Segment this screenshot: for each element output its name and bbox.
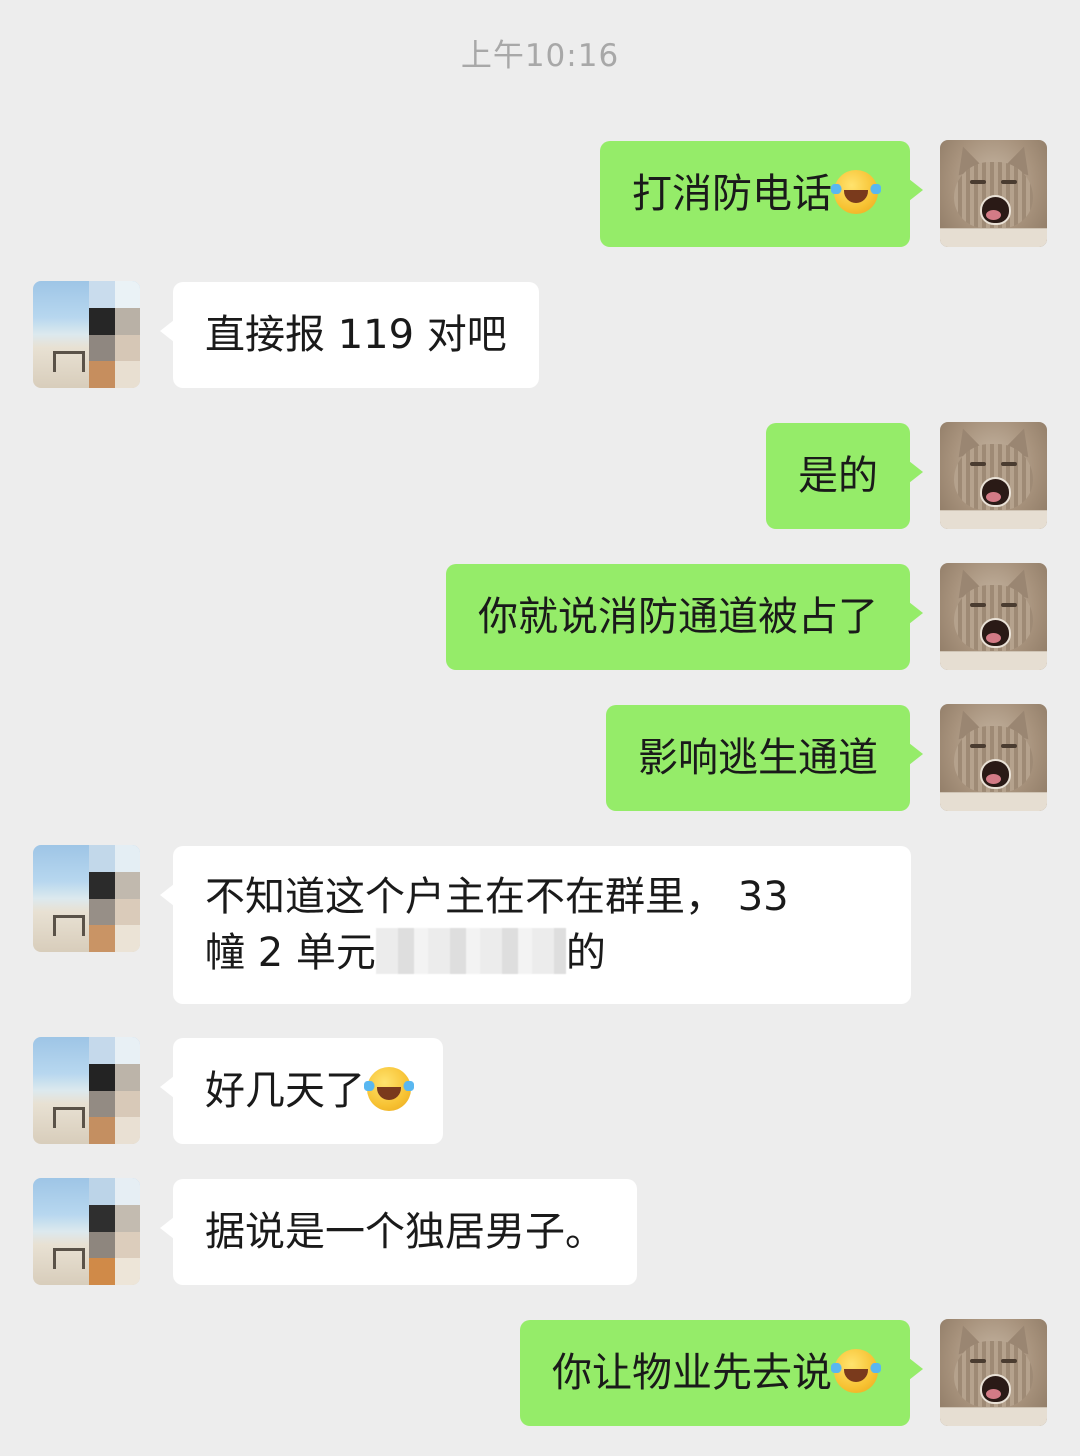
my-message-bubble[interactable]: 打消防电话: [600, 141, 923, 247]
message-text: 好几天了: [205, 1068, 365, 1114]
my-avatar[interactable]: [940, 704, 1047, 811]
contact-avatar[interactable]: [33, 1037, 140, 1144]
contact-message-bubble[interactable]: 据说是一个独居男子。: [160, 1179, 637, 1285]
message-text: 据说是一个独居男子。: [205, 1209, 605, 1255]
laughing-crying-emoji-icon: [831, 1349, 881, 1393]
contact-message-bubble[interactable]: 不知道这个户主在不在群里， 33 幢 2 单元的: [160, 846, 911, 1004]
contact-avatar[interactable]: [33, 845, 140, 952]
message-text: 直接报 119 对吧: [205, 312, 507, 358]
message-text-line: 幢 2 单元的: [205, 928, 606, 976]
facepalm-crying-emoji-icon: [364, 1067, 414, 1111]
laughing-crying-emoji-icon: [831, 170, 881, 214]
message-text: 你就说消防通道被占了: [478, 594, 878, 640]
message-text: 是的: [798, 453, 878, 499]
message-text: 打消防电话: [632, 171, 832, 217]
my-avatar[interactable]: [940, 140, 1047, 247]
message-text: 影响逃生通道: [638, 735, 878, 781]
message-text: 你让物业先去说: [552, 1350, 832, 1396]
contact-message-bubble[interactable]: 好几天了: [160, 1038, 443, 1144]
chat-timestamp: 上午10:16: [460, 38, 620, 74]
my-message-bubble[interactable]: 你让物业先去说: [520, 1320, 923, 1426]
contact-avatar[interactable]: [33, 281, 140, 388]
contact-message-bubble[interactable]: 直接报 119 对吧: [160, 282, 539, 388]
my-avatar[interactable]: [940, 1319, 1047, 1426]
redacted-room-number: [375, 928, 566, 974]
my-avatar[interactable]: [940, 422, 1047, 529]
my-avatar[interactable]: [940, 563, 1047, 670]
my-message-bubble[interactable]: 你就说消防通道被占了: [446, 564, 923, 670]
my-message-bubble[interactable]: 影响逃生通道: [606, 705, 923, 811]
contact-avatar[interactable]: [33, 1178, 140, 1285]
message-text-line: 不知道这个户主在不在群里， 33: [205, 874, 789, 920]
my-message-bubble[interactable]: 是的: [766, 423, 923, 529]
